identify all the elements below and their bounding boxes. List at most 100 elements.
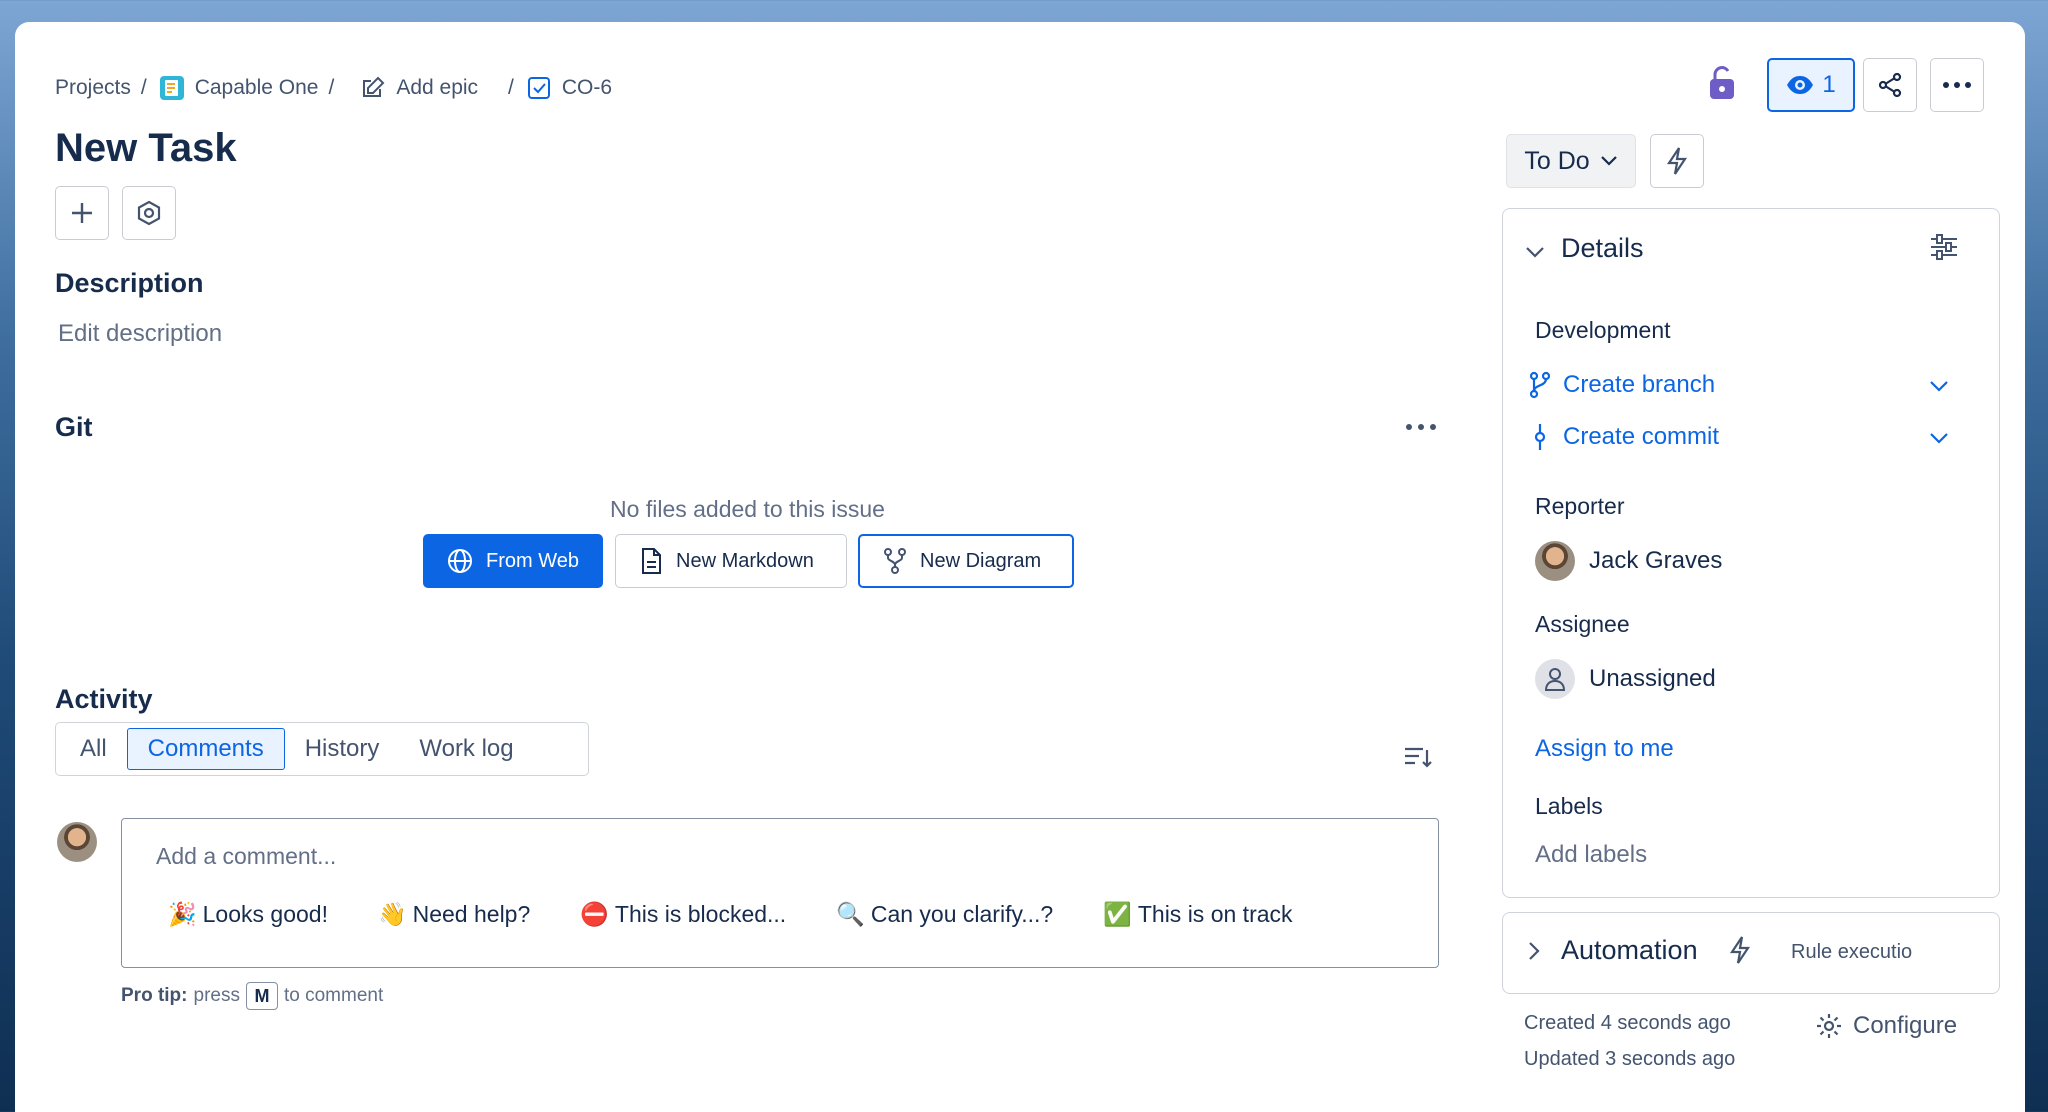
share-button[interactable] — [1863, 58, 1917, 112]
page-title[interactable]: New Task — [55, 126, 237, 171]
eye-icon — [1787, 76, 1814, 94]
quick-reply-on-track[interactable]: ✅ This is on track — [1103, 901, 1292, 928]
unassigned-avatar — [1535, 659, 1575, 699]
new-markdown-label: New Markdown — [676, 549, 814, 572]
restrictions-button[interactable] — [1707, 64, 1737, 107]
reporter-avatar — [1535, 541, 1575, 581]
configure-fields-button[interactable] — [1929, 233, 1959, 266]
tab-comments[interactable]: Comments — [126, 728, 285, 770]
quick-reply-need-help[interactable]: 👋 Need help? — [378, 901, 530, 928]
breadcrumb-separator: / — [328, 76, 335, 99]
share-icon — [1878, 72, 1902, 98]
quick-reply-label: This is on track — [1137, 901, 1293, 927]
tab-all[interactable]: All — [60, 728, 127, 770]
lightning-icon — [1729, 935, 1751, 970]
party-icon: 🎉 — [168, 901, 197, 927]
details-panel: Details Development Create branch Create… — [1502, 208, 2000, 898]
pro-tip-press: press — [193, 985, 240, 1006]
labels-field[interactable]: Add labels — [1535, 841, 1647, 869]
reporter-field[interactable]: Jack Graves — [1535, 541, 1722, 581]
quick-replies: 🎉 Looks good! 👋 Need help? ⛔ This is blocke… — [168, 901, 1293, 928]
create-commit-expand[interactable] — [1929, 431, 1949, 450]
breadcrumb-add-epic[interactable]: Add epic — [360, 75, 478, 101]
unlock-icon — [1710, 66, 1734, 99]
sliders-icon — [1931, 234, 1957, 260]
sort-button[interactable] — [1403, 744, 1433, 777]
breadcrumb-project[interactable]: Capable One — [159, 75, 319, 101]
configure-label: Configure — [1853, 1012, 1958, 1039]
automation-heading: Automation — [1561, 935, 1698, 965]
configure-button[interactable]: Configure — [1815, 1012, 1957, 1040]
breadcrumb-project-label: Capable One — [194, 76, 319, 99]
apps-button[interactable] — [122, 186, 176, 240]
create-branch-link[interactable]: Create branch — [1529, 371, 1715, 399]
tab-work-log[interactable]: Work log — [399, 728, 533, 770]
breadcrumb-issue[interactable]: CO-6 — [526, 75, 612, 101]
reporter-name: Jack Graves — [1589, 547, 1723, 574]
branch-icon — [1529, 371, 1551, 399]
project-avatar-icon — [159, 75, 185, 101]
details-toggle[interactable] — [1525, 245, 1545, 264]
create-branch-expand[interactable] — [1929, 379, 1949, 398]
development-label: Development — [1535, 317, 1671, 343]
create-commit-link[interactable]: Create commit — [1529, 423, 1719, 451]
git-more-button[interactable] — [1403, 412, 1439, 442]
wave-icon: 👋 — [377, 901, 407, 927]
tab-history[interactable]: History — [285, 728, 400, 770]
assignee-name: Unassigned — [1589, 665, 1716, 692]
activity-heading: Activity — [55, 684, 153, 714]
assign-to-me-link[interactable]: Assign to me — [1535, 735, 1674, 763]
new-markdown-button[interactable]: New Markdown — [615, 534, 847, 588]
git-heading: Git — [55, 412, 93, 442]
breadcrumb-separator: / — [140, 76, 147, 99]
assignee-label: Assignee — [1535, 611, 1630, 637]
from-web-label: From Web — [486, 549, 579, 572]
breadcrumb-issue-key: CO-6 — [561, 76, 613, 99]
status-dropdown[interactable]: To Do — [1506, 134, 1636, 188]
quick-reply-looks-good[interactable]: 🎉 Looks good! — [168, 901, 328, 928]
rule-executions-link[interactable]: Rule executio — [1791, 941, 1921, 964]
watch-count: 1 — [1822, 71, 1836, 98]
breadcrumb-epic-label: Add epic — [396, 76, 479, 99]
create-branch-label: Create branch — [1563, 371, 1716, 398]
gear-icon — [1817, 1014, 1841, 1038]
new-diagram-button[interactable]: New Diagram — [858, 534, 1074, 588]
automation-toggle[interactable] — [1527, 941, 1541, 966]
from-web-button[interactable]: From Web — [423, 534, 603, 588]
assignee-field[interactable]: Unassigned — [1535, 659, 1716, 699]
activity-tabs: All Comments History Work log — [55, 722, 589, 776]
document-icon — [642, 548, 661, 574]
status-label: To Do — [1524, 146, 1590, 175]
chevron-down-icon — [1930, 381, 1948, 392]
more-actions-button[interactable] — [1930, 58, 1984, 112]
description-editor[interactable]: Edit description — [58, 320, 222, 348]
lightning-icon — [1666, 147, 1688, 175]
updated-timestamp: Updated 3 seconds ago — [1524, 1048, 1736, 1070]
quick-reply-label: Can you clarify...? — [870, 901, 1054, 927]
current-user-avatar — [57, 822, 97, 862]
check-mark-icon: ✅ — [1103, 901, 1132, 927]
breadcrumb-projects[interactable]: Projects — [55, 76, 131, 100]
commit-icon — [1534, 424, 1546, 450]
task-checkbox-icon — [526, 75, 552, 101]
labels-label: Labels — [1535, 793, 1603, 819]
watch-button[interactable]: 1 — [1767, 58, 1855, 112]
chevron-down-icon — [1930, 433, 1948, 444]
pro-tip-label: Pro tip: — [121, 985, 188, 1006]
keyboard-shortcut-key: M — [245, 982, 278, 1010]
actions-button[interactable] — [1650, 134, 1704, 188]
no-entry-icon: ⛔ — [580, 901, 609, 927]
comment-box[interactable]: Add a comment... 🎉 Looks good! 👋 Need help… — [121, 818, 1439, 968]
quick-reply-clarify[interactable]: 🔍 Can you clarify...? — [836, 901, 1053, 928]
automation-panel[interactable]: Automation Rule executio — [1502, 912, 2000, 994]
quick-reply-blocked[interactable]: ⛔ This is blocked... — [580, 901, 786, 928]
created-timestamp: Created 4 seconds ago — [1524, 1012, 1731, 1034]
reporter-label: Reporter — [1535, 493, 1625, 519]
pro-tip-suffix: to comment — [283, 985, 384, 1006]
more-horizontal-icon — [1406, 424, 1436, 430]
plus-icon — [72, 203, 92, 223]
comment-input[interactable]: Add a comment... — [156, 843, 336, 870]
add-button[interactable] — [55, 186, 109, 240]
issue-window: Projects / Capable One / Add epic / CO-6… — [15, 22, 2025, 1112]
pro-tip: Pro tip: press M to comment — [121, 982, 383, 1010]
